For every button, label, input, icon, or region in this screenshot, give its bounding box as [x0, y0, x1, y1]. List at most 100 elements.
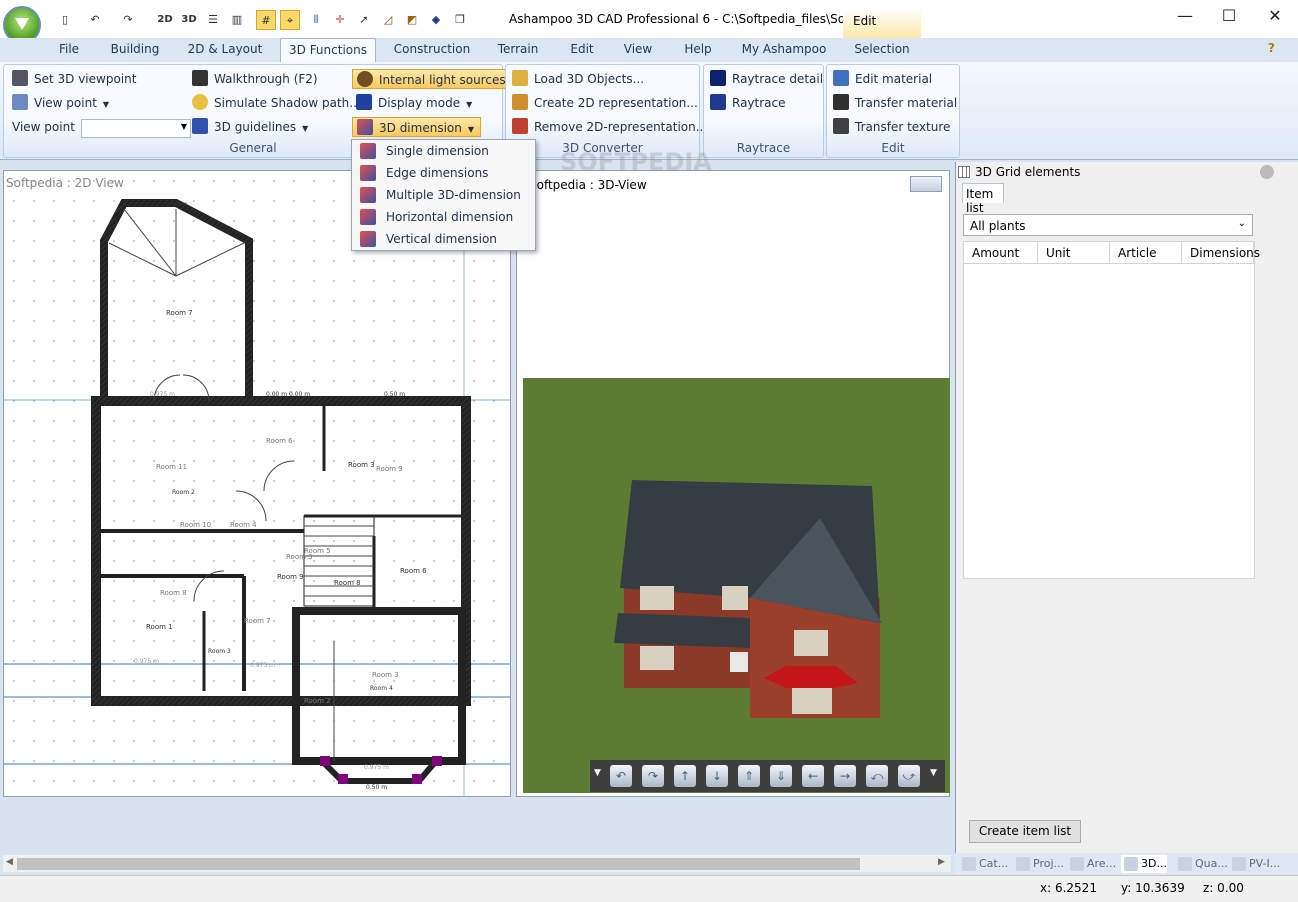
move-down-icon[interactable]: ↓ [706, 765, 728, 787]
raytrace-detail-button[interactable]: Raytrace detail [710, 69, 823, 89]
tab-construction[interactable]: Construction [388, 38, 476, 62]
copy-icon[interactable]: ❐ [450, 10, 470, 30]
scrollbar-thumb[interactable] [17, 858, 860, 870]
tab-file[interactable]: File [48, 38, 90, 62]
tab-terrain[interactable]: Terrain [490, 38, 546, 62]
room-label: Room 1 [146, 623, 173, 631]
tab-2d-layout[interactable]: 2D & Layout [182, 38, 268, 62]
minimize-button[interactable]: — [1170, 6, 1200, 26]
tab-quantity[interactable]: Qua... [1175, 855, 1228, 873]
tab-area[interactable]: Are... [1067, 855, 1116, 873]
column-header-unit[interactable]: Unit [1038, 242, 1110, 264]
tab-selection[interactable]: Selection [848, 38, 916, 62]
shadow-button[interactable]: Simulate Shadow path... [192, 93, 361, 113]
column-header-dimensions[interactable]: Dimensions [1182, 242, 1260, 264]
tab-view[interactable]: View [616, 38, 660, 62]
tab-edit[interactable]: Edit [562, 38, 602, 62]
layout-icon[interactable]: ☰ [203, 10, 223, 30]
tab-project[interactable]: Proj... [1013, 855, 1064, 873]
close-button[interactable]: ✕ [1260, 6, 1290, 26]
tab-pv[interactable]: PV-I... [1229, 855, 1280, 873]
window-icon[interactable]: ▥ [227, 10, 247, 30]
house-3d-model[interactable] [610, 478, 890, 728]
move-left-icon[interactable]: ← [802, 765, 824, 787]
tab-help[interactable]: Help [676, 38, 720, 62]
status-bar [0, 875, 1298, 902]
view-point-combo[interactable]: ▼ [81, 119, 191, 138]
room-label: Room 11 [156, 463, 187, 471]
create-2d-button[interactable]: Create 2D representation... [512, 93, 698, 113]
plants-filter-select[interactable]: All plants ⌄ [963, 214, 1253, 236]
edit-material-button[interactable]: Edit material [833, 69, 932, 89]
tab-item-list[interactable]: Item list [962, 183, 1004, 215]
tilt-down-icon[interactable]: ⇓ [770, 765, 792, 787]
tab-my-ashampoo[interactable]: My Ashampoo [736, 38, 832, 62]
nav-more-icon[interactable]: ▼ [930, 768, 937, 778]
display-mode-button[interactable]: Display mode ▼ [356, 93, 472, 113]
roof-icon[interactable]: ◿ [378, 10, 398, 30]
menu-item-single-dimension[interactable]: Single dimension [354, 140, 534, 162]
plants-filter-value: All plants [970, 219, 1026, 233]
pointer-icon[interactable]: ➚ [354, 10, 374, 30]
2d-view-button[interactable]: 2D [155, 10, 175, 30]
tilt-up-icon[interactable]: ⇑ [738, 765, 760, 787]
snap-icon[interactable]: ⌖ [280, 10, 300, 30]
eraser-icon[interactable]: ◆ [426, 10, 446, 30]
brush-icon [833, 70, 849, 86]
crosshair-icon[interactable]: ✛ [330, 10, 350, 30]
new-file-icon[interactable]: ▯ [55, 10, 75, 30]
menu-item-edge-dimensions[interactable]: Edge dimensions [354, 162, 534, 184]
scroll-right-icon[interactable]: ▶ [938, 857, 945, 867]
tab-3d-functions[interactable]: 3D Functions [280, 38, 376, 62]
maximize-button[interactable]: ☐ [1214, 6, 1244, 26]
redo-icon[interactable]: ↷ [118, 10, 138, 30]
guidelines-button[interactable]: 3D guidelines ▼ [192, 117, 308, 137]
grid-icon[interactable]: # [256, 10, 276, 30]
menu-item-vertical-dimension[interactable]: Vertical dimension [354, 228, 534, 250]
column-header-amount[interactable]: Amount [964, 242, 1038, 264]
menu-item-horizontal-dimension[interactable]: Horizontal dimension [354, 206, 534, 228]
group-edit-label: Edit [881, 141, 905, 155]
3d-dimension-button[interactable]: 3D dimension ▼ [352, 117, 482, 137]
load-3d-objects-button[interactable]: Load 3D Objects... [512, 69, 644, 89]
room-label: Room 2 [304, 697, 331, 705]
tab-building[interactable]: Building [104, 38, 166, 62]
rotate-right-icon[interactable]: ↷ [642, 765, 664, 787]
scroll-left-icon[interactable]: ◀ [6, 857, 13, 867]
guides-icon[interactable]: ⫴ [306, 10, 326, 30]
pin-icon[interactable] [1260, 165, 1274, 179]
move-up-icon[interactable]: ↑ [674, 765, 696, 787]
rotate-left-icon[interactable]: ↶ [610, 765, 632, 787]
3d-view-button[interactable]: 3D [179, 10, 199, 30]
raytrace-button[interactable]: Raytrace [710, 93, 786, 113]
view-3d-title: Softpedia : 3D-View [529, 178, 647, 192]
stair-icon[interactable]: ◩ [402, 10, 422, 30]
column-header-article[interactable]: Article [1110, 242, 1182, 264]
set-viewpoint-button[interactable]: Set 3D viewpoint [12, 69, 136, 89]
undo-icon[interactable]: ↶ [85, 10, 105, 30]
item-list-table[interactable]: Amount Unit Article Dimensions [963, 241, 1260, 579]
walkthrough-button[interactable]: Walkthrough (F2) [192, 69, 318, 89]
transfer-texture-button[interactable]: Transfer texture [833, 117, 950, 137]
floor-plan[interactable]: Room 7 Room 6 Room 3 Room 9 Room 11 Room… [4, 171, 510, 796]
chevron-down-icon: ▼ [180, 122, 187, 131]
view-3d-minimize-button[interactable] [910, 176, 942, 192]
move-right-icon[interactable]: → [834, 765, 856, 787]
tab-catalog[interactable]: Cat... [959, 855, 1008, 873]
transfer-material-button[interactable]: Transfer material [833, 93, 957, 113]
view-point-button[interactable]: View point ▼ [12, 93, 109, 113]
help-icon[interactable]: ? [1268, 41, 1275, 55]
raytrace-icon [710, 94, 726, 110]
create-item-list-button[interactable]: Create item list [969, 820, 1081, 843]
view-2d[interactable]: Room 7 Room 6 Room 3 Room 9 Room 11 Room… [3, 170, 511, 797]
nav-menu-icon[interactable]: ▼ [594, 768, 601, 778]
menu-item-multiple-3d-dimension[interactable]: Multiple 3D-dimension [354, 184, 534, 206]
tab-3d-grid[interactable]: 3D... [1121, 855, 1167, 873]
internal-light-button[interactable]: Internal light sources [352, 69, 513, 89]
orbit-left-icon[interactable]: ⤺ [866, 765, 888, 787]
remove-2d-button[interactable]: Remove 2D-representation... [512, 117, 707, 137]
orbit-right-icon[interactable]: ⤻ [898, 765, 920, 787]
dimension-icon [360, 143, 376, 159]
context-tab-edit[interactable]: Edit [843, 8, 921, 40]
dimension-label: 0.975 m [364, 764, 389, 771]
